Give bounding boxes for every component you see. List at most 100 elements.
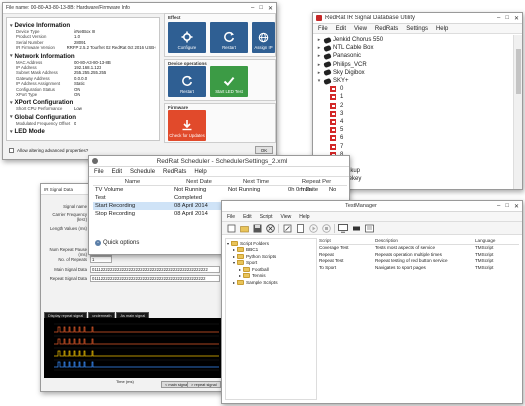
check-updates-button[interactable]: Check for Updates [168,110,206,141]
column-header[interactable]: Language [475,238,515,243]
device-node[interactable]: ▾ SKY+ [316,77,510,85]
close-icon[interactable]: ✕ [514,15,519,22]
menu-item[interactable]: File [94,169,104,175]
collapse-icon[interactable]: ▾ [233,260,235,265]
configure-button[interactable]: Configure [168,22,206,53]
collapse-icon[interactable]: ▾ [10,129,13,135]
section-header[interactable]: ▾ LED Mode [10,128,156,135]
stop-icon[interactable] [321,223,331,233]
collapse-icon[interactable]: ▾ [10,100,13,106]
save-icon[interactable] [252,223,262,233]
menu-item[interactable]: Help [436,26,448,32]
collapse-icon[interactable]: ▾ [10,53,13,59]
device-properties-pane[interactable]: ▾ Device Information Device Type irNetBox I… [6,17,160,141]
column-header[interactable]: Next Time [226,179,286,185]
menu-item[interactable]: Edit [336,26,346,32]
close-icon[interactable]: ✕ [514,203,519,210]
repeat-signal-button[interactable]: > repeat signal [187,381,221,388]
menu-item[interactable]: Edit [112,169,122,175]
run-icon[interactable] [308,223,318,233]
script-row[interactable]: Repeat Repeats operation multiple times TM… [319,251,519,258]
column-header[interactable]: Next Date [172,179,226,185]
menu-item[interactable]: RedRats [163,169,186,175]
device-node[interactable]: ▸ Panasonic [316,52,510,61]
column-header[interactable]: Description [375,238,475,243]
signal-node[interactable]: 2 [316,102,510,110]
document-icon[interactable] [295,223,305,233]
expand-icon[interactable]: ▸ [233,280,235,285]
collapse-icon[interactable]: ▾ [10,114,13,120]
edit-icon[interactable] [282,223,292,233]
menu-item[interactable]: View [354,26,367,32]
menu-item[interactable]: Settings [406,26,428,32]
menu-item[interactable]: Help [194,169,206,175]
new-script-icon[interactable] [226,223,236,233]
column-header[interactable]: Name [93,179,172,185]
maximize-icon[interactable]: □ [505,15,509,22]
collapse-icon[interactable]: ▾ [316,78,322,84]
device-node[interactable]: ▸ Sky Digibox [316,69,510,77]
section-header[interactable]: ▾ Global Configuration [10,114,156,121]
menu-item[interactable]: Schedule [130,169,155,175]
ok-button[interactable]: OK [255,146,273,154]
expand-icon[interactable]: ▸ [316,70,322,76]
maximize-icon[interactable]: □ [505,203,509,210]
expand-icon[interactable]: ▸ [239,267,241,272]
column-header[interactable]: Script [319,238,375,243]
expand-icon[interactable]: ▸ [316,62,322,68]
settings-icon[interactable] [364,223,374,233]
menu-item[interactable]: File [227,214,235,220]
minimize-icon[interactable]: – [251,5,254,12]
menu-item[interactable]: Help [299,214,309,220]
section-header[interactable]: ▾ Device Information [10,22,156,29]
section-header[interactable]: ▾ Network Information [10,53,156,60]
menu-item[interactable]: Edit [243,214,252,220]
signal-node[interactable]: 0 [316,85,510,93]
checkbox-box[interactable] [9,148,14,153]
main-signal-field[interactable]: 0111222222222222222222222222222222222222… [90,266,220,273]
minimize-icon[interactable]: – [497,15,500,22]
signal-node[interactable]: 1 [316,93,510,101]
expand-icon[interactable]: ▸ [316,53,322,59]
column-header[interactable]: Repeat Per [286,179,347,185]
expand-icon[interactable]: ▸ [316,45,322,51]
collapse-icon[interactable]: ▾ [227,241,229,246]
device-node[interactable]: ▸ Jenkid Chorus 550 [316,36,510,44]
signal-node[interactable]: 5 [316,126,510,134]
collapse-icon[interactable]: ▾ [10,23,13,29]
scrollbar-thumb[interactable] [516,49,521,94]
repeat-signal-field[interactable]: 0111222222222222222222222222222222222222… [90,275,220,282]
minimize-icon[interactable]: – [497,203,500,210]
device-node[interactable]: ▸ NTL Cable Box [316,44,510,52]
signal-node[interactable]: 6 [316,134,510,142]
open-folder-icon[interactable] [239,223,249,233]
allow-advanced-checkbox[interactable]: Allow altering advanced properties? [9,148,88,153]
signal-node[interactable]: 7 [316,142,510,150]
script-row[interactable]: Coverage Test Tests most aspects of servi… [319,245,519,252]
maximize-icon[interactable]: □ [259,5,263,12]
device-restart-button[interactable]: Restart [168,66,206,97]
assign-ip-button[interactable]: Assign IP [252,22,275,53]
signal-tree-scrollbar[interactable] [513,35,522,189]
menu-item[interactable]: View [280,214,291,220]
remote-icon[interactable] [351,223,361,233]
signal-node[interactable]: 3 [316,110,510,118]
delete-icon[interactable] [265,223,275,233]
expand-icon[interactable]: ▸ [316,37,322,43]
start-led-test-button[interactable]: Start LED Test [210,66,248,97]
script-row[interactable]: To Sport Navigates to sport pages TMScript [319,264,519,271]
script-folder-tree[interactable]: ▾ Script Folders ▸ BBC1 ▸ Python Scripts ▾ Spor… [225,238,317,400]
close-icon[interactable]: ✕ [268,5,273,12]
menu-item[interactable]: Script [260,214,273,220]
device-node[interactable]: ▸ Philips_VCR [316,61,510,69]
expand-icon[interactable]: ▸ [239,273,241,278]
num-repeats-field[interactable]: 1 [90,256,112,263]
expand-icon[interactable]: ▸ [233,247,235,252]
signal-node[interactable]: 4 [316,118,510,126]
folder-node[interactable]: ▸ Sample Scripts [227,279,315,286]
monitor-icon[interactable] [338,223,348,233]
quick-options-toggle[interactable]: ^ Quick options [95,240,139,246]
expand-icon[interactable]: ▸ [233,254,235,259]
script-row[interactable]: Repeat Test Repeat testing of red button … [319,258,519,265]
schedule-row[interactable]: TV Volume Not Running Not Running 0h 0m 2s I… [93,186,347,194]
